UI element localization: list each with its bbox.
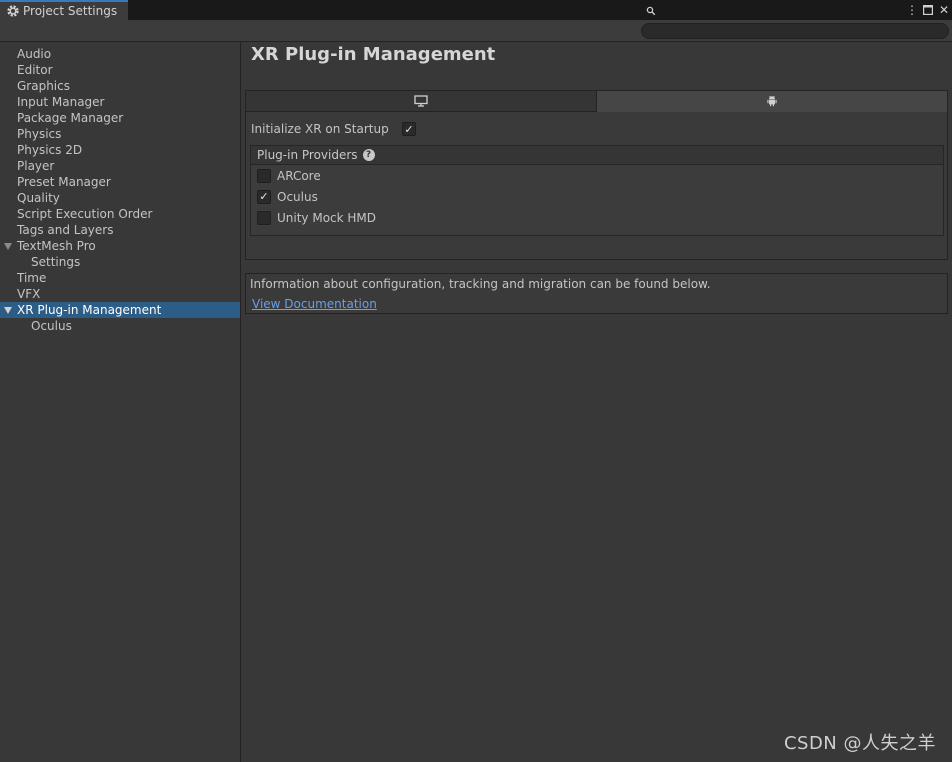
initialize-xr-checkbox[interactable]: ✓ bbox=[402, 122, 416, 136]
provider-label: Oculus bbox=[277, 189, 318, 204]
sidebar-item-label: XR Plug-in Management bbox=[17, 303, 162, 317]
sidebar-item-package-manager[interactable]: Package Manager bbox=[0, 110, 240, 126]
sidebar-item-audio[interactable]: Audio bbox=[0, 46, 240, 62]
desktop-icon bbox=[414, 95, 428, 107]
plugin-providers-group: Plug-in Providers ? ARCore ✓ Oculus Unit… bbox=[250, 145, 944, 236]
arcore-checkbox[interactable] bbox=[257, 168, 271, 183]
tab-android[interactable] bbox=[597, 91, 947, 112]
search-input[interactable] bbox=[641, 23, 949, 39]
sidebar-item-input-manager[interactable]: Input Manager bbox=[0, 94, 240, 110]
documentation-info-box: Information about configuration, trackin… bbox=[245, 273, 948, 314]
sidebar-item-textmesh-settings[interactable]: Settings bbox=[0, 254, 240, 270]
gear-icon bbox=[7, 5, 19, 17]
search-icon bbox=[646, 6, 656, 16]
window-controls: ⋮ ✕ bbox=[904, 0, 952, 20]
sidebar-item-editor[interactable]: Editor bbox=[0, 62, 240, 78]
provider-oculus: ✓ Oculus bbox=[251, 186, 943, 207]
sidebar-item-preset-manager[interactable]: Preset Manager bbox=[0, 174, 240, 190]
window-tab-bar: Project Settings ⋮ ✕ bbox=[0, 0, 952, 20]
expand-triangle-icon[interactable] bbox=[4, 307, 12, 314]
sidebar-item-quality[interactable]: Quality bbox=[0, 190, 240, 206]
sidebar-item-physics-2d[interactable]: Physics 2D bbox=[0, 142, 240, 158]
oculus-checkbox[interactable]: ✓ bbox=[257, 189, 271, 204]
settings-sidebar: Audio Editor Graphics Input Manager Pack… bbox=[0, 42, 241, 762]
sidebar-item-textmesh-pro[interactable]: TextMesh Pro bbox=[0, 238, 240, 254]
sidebar-item-label: TextMesh Pro bbox=[17, 239, 96, 253]
sidebar-item-player[interactable]: Player bbox=[0, 158, 240, 174]
unity-mock-hmd-checkbox[interactable] bbox=[257, 210, 271, 225]
window-tab-title: Project Settings bbox=[23, 4, 118, 18]
plugin-providers-title: Plug-in Providers bbox=[257, 148, 358, 162]
help-icon[interactable]: ? bbox=[362, 149, 375, 161]
android-icon bbox=[767, 95, 777, 107]
provider-label: Unity Mock HMD bbox=[277, 210, 377, 225]
initialize-xr-row: Initialize XR on Startup ✓ bbox=[251, 121, 416, 137]
maximize-icon[interactable] bbox=[920, 0, 936, 20]
settings-toolbar bbox=[0, 20, 952, 42]
sidebar-item-graphics[interactable]: Graphics bbox=[0, 78, 240, 94]
sidebar-item-oculus[interactable]: Oculus bbox=[0, 318, 240, 334]
platform-tabs bbox=[246, 91, 947, 112]
provider-label: ARCore bbox=[277, 168, 321, 183]
sidebar-item-xr-plugin-management[interactable]: XR Plug-in Management bbox=[0, 302, 240, 318]
plugin-providers-header: Plug-in Providers ? bbox=[251, 146, 943, 165]
close-icon[interactable]: ✕ bbox=[936, 0, 952, 20]
info-text: Information about configuration, trackin… bbox=[250, 277, 711, 291]
settings-content: XR Plug-in Management Initialize XR on S… bbox=[242, 42, 952, 762]
project-settings-tab[interactable]: Project Settings bbox=[0, 0, 128, 20]
provider-unity-mock-hmd: Unity Mock HMD bbox=[251, 207, 943, 228]
view-documentation-link[interactable]: View Documentation bbox=[252, 297, 377, 311]
platform-settings-panel: Initialize XR on Startup ✓ Plug-in Provi… bbox=[245, 90, 948, 260]
initialize-xr-label: Initialize XR on Startup bbox=[251, 122, 389, 136]
sidebar-item-vfx[interactable]: VFX bbox=[0, 286, 240, 302]
provider-arcore: ARCore bbox=[251, 165, 943, 186]
sidebar-item-time[interactable]: Time bbox=[0, 270, 240, 286]
sidebar-item-physics[interactable]: Physics bbox=[0, 126, 240, 142]
watermark: CSDN @人失之羊 bbox=[783, 733, 936, 754]
more-options-icon[interactable]: ⋮ bbox=[904, 0, 920, 20]
expand-triangle-icon[interactable] bbox=[4, 243, 12, 250]
tab-standalone[interactable] bbox=[246, 91, 597, 112]
sidebar-item-script-execution-order[interactable]: Script Execution Order bbox=[0, 206, 240, 222]
sidebar-item-tags-and-layers[interactable]: Tags and Layers bbox=[0, 222, 240, 238]
page-title: XR Plug-in Management bbox=[251, 44, 496, 65]
